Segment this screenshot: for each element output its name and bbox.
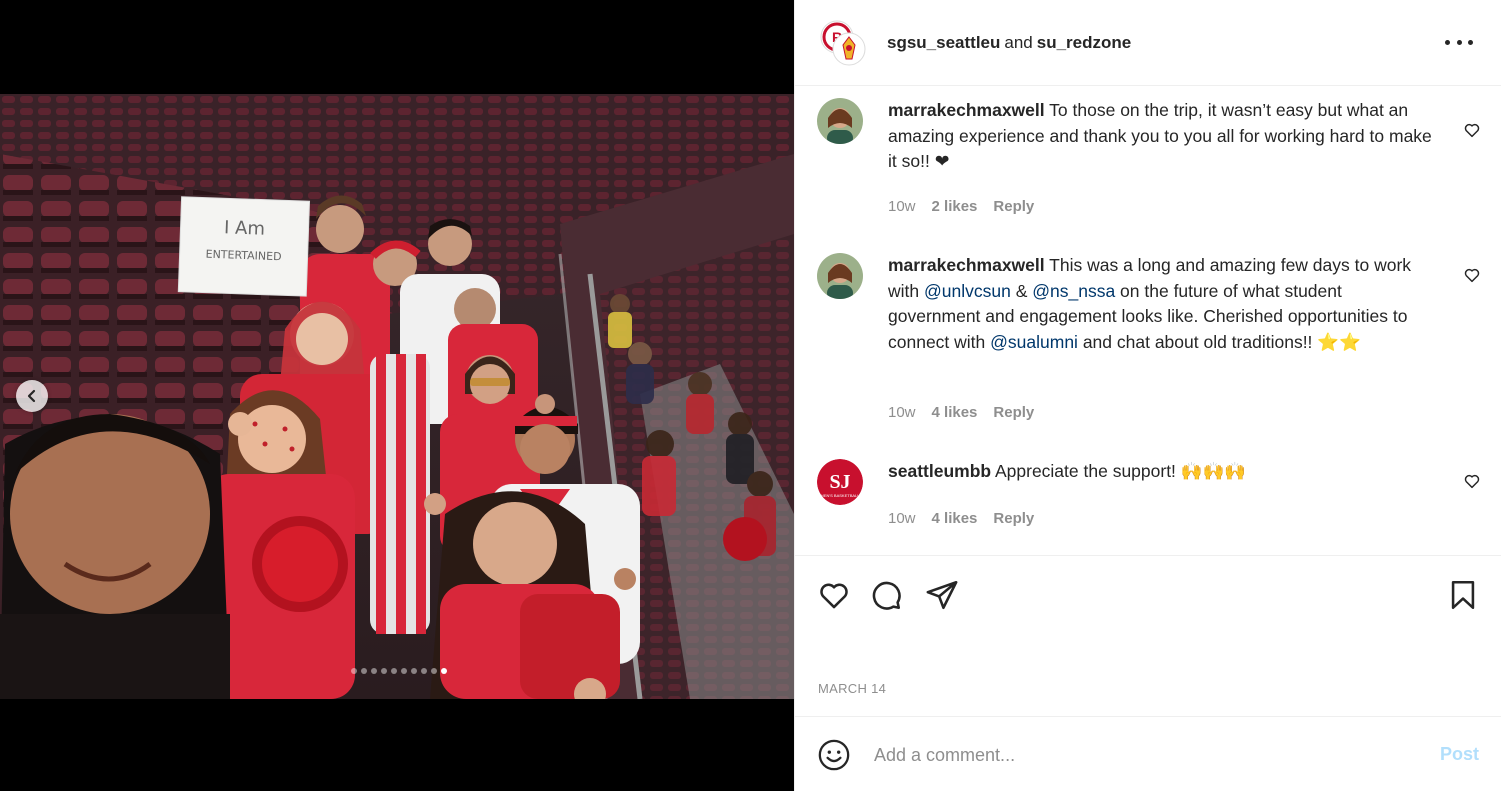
svg-text:SJ: SJ xyxy=(829,471,850,493)
commenter-avatar[interactable] xyxy=(817,98,863,144)
carousel-dot xyxy=(361,668,367,674)
photo-sign-line1: I Am xyxy=(224,217,266,239)
comment-likes[interactable]: 4 likes xyxy=(932,404,978,421)
comment-text: seattleumbb Appreciate the support! 🙌🙌🙌 xyxy=(888,459,1435,485)
comment-username[interactable]: marrakechmaxwell xyxy=(888,100,1045,120)
add-comment-input[interactable] xyxy=(874,740,1414,770)
like-button[interactable] xyxy=(816,577,852,613)
mention-link[interactable]: @sualumni xyxy=(990,332,1078,352)
post-actions-bar: MARCH 14 xyxy=(795,555,1501,717)
comment-button[interactable] xyxy=(868,577,904,613)
comment-likes[interactable]: 2 likes xyxy=(932,198,978,215)
commenter-avatar[interactable] xyxy=(817,253,863,299)
comment-meta: 10w 4 likes Reply xyxy=(888,404,1034,421)
photo-sign-line2: ENTERTAINED xyxy=(205,248,281,264)
mention-link[interactable]: @ns_nssa xyxy=(1032,281,1115,301)
comment-username[interactable]: marrakechmaxwell xyxy=(888,255,1045,275)
carousel-dot xyxy=(431,668,437,674)
emoji-button[interactable] xyxy=(817,738,851,772)
chevron-left-icon xyxy=(27,389,36,403)
comment-item: SJ MEN'S BASKETBALL seattleumbb Apprecia… xyxy=(817,459,1485,549)
comment-text-segment: 🙌🙌🙌 xyxy=(1180,461,1247,481)
author-avatar[interactable]: R xyxy=(819,19,867,67)
carousel-dot xyxy=(401,668,407,674)
post-media: I Am ENTERTAINED xyxy=(0,0,794,791)
mention-link[interactable]: @unlvcsun xyxy=(924,281,1011,301)
svg-text:MEN'S BASKETBALL: MEN'S BASKETBALL xyxy=(821,493,861,498)
comment-item: marrakechmaxwell To those on the trip, i… xyxy=(817,98,1485,238)
comment-text: marrakechmaxwell To those on the trip, i… xyxy=(888,98,1435,175)
comment-text-segment: ❤ xyxy=(934,151,950,171)
authors-conjunction: and xyxy=(1004,32,1033,52)
post-photo: I Am ENTERTAINED xyxy=(0,94,794,699)
comment-meta: 10w 2 likes Reply xyxy=(888,198,1034,215)
comments-list: marrakechmaxwell To those on the trip, i… xyxy=(795,87,1501,555)
post-comment-button[interactable]: Post xyxy=(1440,744,1479,765)
comment-like-heart-icon[interactable] xyxy=(1463,121,1481,139)
comment-text-segment: and chat about old traditions!! xyxy=(1077,331,1318,352)
comment-text: marrakechmaxwell This was a long and ama… xyxy=(888,253,1435,355)
carousel-dot xyxy=(381,668,387,674)
carousel-indicator xyxy=(2,668,794,674)
comment-likes[interactable]: 4 likes xyxy=(932,510,978,527)
carousel-prev-button[interactable] xyxy=(16,380,48,412)
carousel-dot xyxy=(371,668,377,674)
comment-item: marrakechmaxwell This was a long and ama… xyxy=(817,253,1485,443)
comment-meta: 10w 4 likes Reply xyxy=(888,510,1034,527)
comment-username[interactable]: seattleumbb xyxy=(888,461,991,481)
comment-text-segment: ⭐⭐ xyxy=(1317,331,1361,352)
comment-like-heart-icon[interactable] xyxy=(1463,266,1481,284)
post-side-panel: R sgsu_seattleu and su_redzone marrakech… xyxy=(794,0,1501,791)
comment-age: 10w xyxy=(888,404,916,421)
comment-like-heart-icon[interactable] xyxy=(1463,472,1481,490)
dot-icon xyxy=(1456,39,1462,45)
bookmark-icon xyxy=(1451,580,1475,610)
carousel-dot xyxy=(391,668,397,674)
post-header: R sgsu_seattleu and su_redzone xyxy=(795,0,1501,86)
share-button[interactable] xyxy=(924,577,960,613)
comment-age: 10w xyxy=(888,198,916,215)
author-secondary-link[interactable]: su_redzone xyxy=(1037,33,1131,52)
carousel-dot xyxy=(421,668,427,674)
post-date[interactable]: MARCH 14 xyxy=(818,681,886,696)
heart-icon xyxy=(820,583,848,609)
post-authors: sgsu_seattleu and su_redzone xyxy=(887,33,1131,53)
comment-reply-button[interactable]: Reply xyxy=(993,510,1034,527)
dot-icon xyxy=(1468,39,1473,45)
instagram-post-modal: I Am ENTERTAINED R sgsu_seattleu and su_… xyxy=(0,0,1501,791)
more-options-button[interactable] xyxy=(1445,30,1473,54)
carousel-dot xyxy=(441,668,447,674)
add-comment-bar: Post xyxy=(795,718,1501,791)
carousel-dot xyxy=(411,668,417,674)
comment-bubble-icon xyxy=(872,581,901,610)
author-primary-link[interactable]: sgsu_seattleu xyxy=(887,33,1000,52)
comment-age: 10w xyxy=(888,510,916,527)
carousel-dot xyxy=(351,668,357,674)
save-button[interactable] xyxy=(1445,577,1481,613)
paper-plane-icon xyxy=(926,580,958,610)
comment-reply-button[interactable]: Reply xyxy=(993,404,1034,421)
comment-reply-button[interactable]: Reply xyxy=(993,198,1034,215)
comment-text-segment: Appreciate the support! xyxy=(991,461,1181,481)
dot-icon xyxy=(1445,39,1450,45)
comment-text-segment: & xyxy=(1010,280,1033,301)
commenter-avatar[interactable]: SJ MEN'S BASKETBALL xyxy=(817,459,863,505)
smiley-icon xyxy=(818,739,850,771)
